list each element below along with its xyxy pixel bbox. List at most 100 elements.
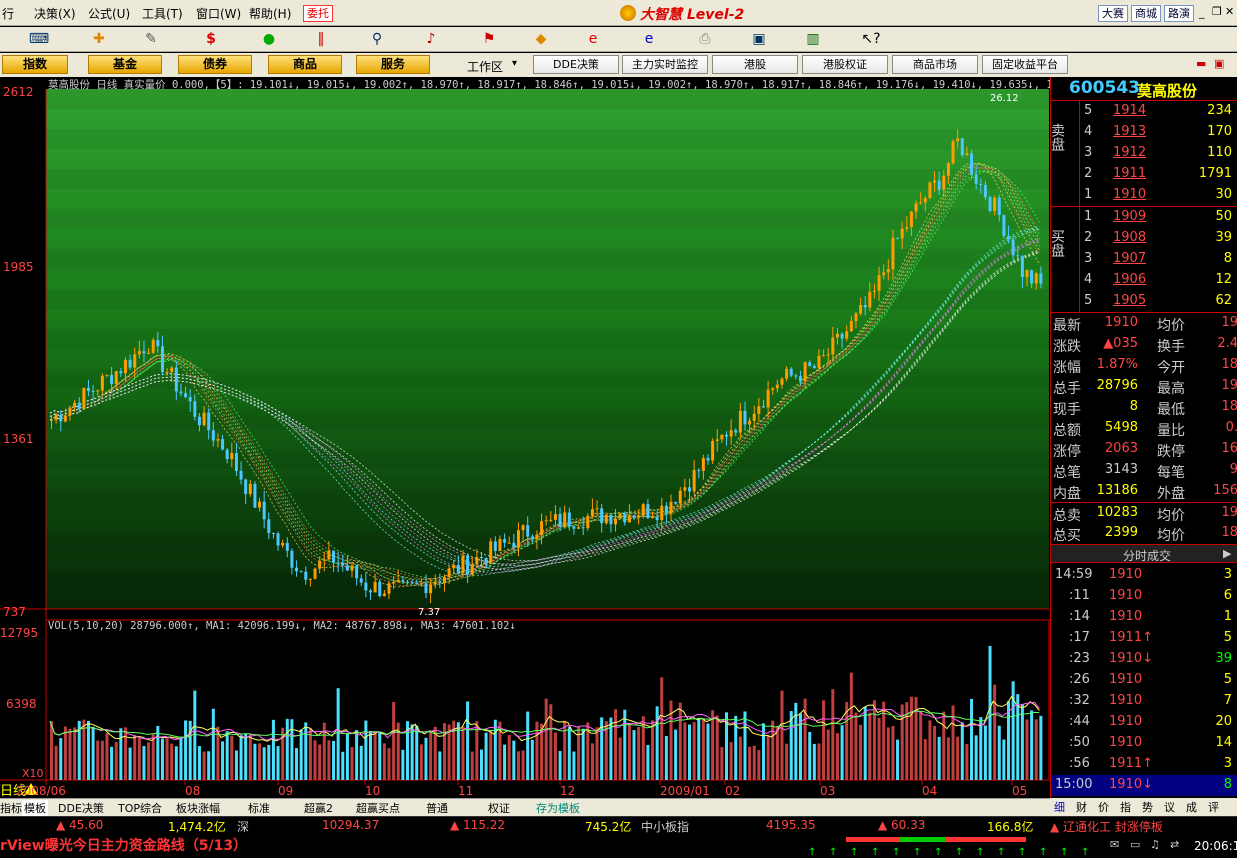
- monitor-icon[interactable]: ▭: [1130, 838, 1140, 851]
- index-button[interactable]: 指数: [2, 55, 68, 74]
- dollar-icon[interactable]: $: [200, 30, 222, 49]
- panel-min-icon[interactable]: ▬: [1196, 57, 1206, 70]
- commodity-button[interactable]: 商品: [268, 55, 342, 74]
- volume-bar: [637, 727, 641, 780]
- fixed-income-button[interactable]: 固定收益平台: [982, 55, 1068, 74]
- sell-row[interactable]: 1 1910 30: [1051, 185, 1237, 206]
- stat-key: 总卖: [1053, 508, 1081, 524]
- menu-help[interactable]: 帮助(H): [249, 5, 291, 22]
- bond-button[interactable]: 债券: [178, 55, 252, 74]
- bottom-tab-3[interactable]: TOP综合: [118, 800, 162, 816]
- candle-body: [993, 197, 997, 212]
- diamond-icon[interactable]: ◆: [530, 30, 552, 49]
- kline-chart-svg[interactable]: 莫高股份 日线 真实量价 0.000,【5】: 19.101↓, 19.015↓…: [0, 77, 1091, 799]
- flag-icon[interactable]: ⚑: [478, 30, 500, 49]
- minimize-icon[interactable]: _: [1199, 6, 1205, 19]
- buy-level: 5: [1084, 293, 1093, 308]
- volume-bar: [521, 750, 525, 780]
- hk-warrant-button[interactable]: 港股权证: [802, 55, 888, 74]
- main-monitor-button[interactable]: 主力实时监控: [622, 55, 708, 74]
- high-label: 26.12: [990, 93, 1019, 104]
- menu-window[interactable]: 窗口(W): [196, 5, 241, 22]
- menu-hang[interactable]: 行: [2, 5, 14, 22]
- blue-e-icon[interactable]: e: [638, 30, 660, 49]
- menu-tools[interactable]: 工具(T): [142, 5, 183, 22]
- bottom-tab-1[interactable]: 模板: [22, 800, 48, 816]
- commodity-market-button[interactable]: 商品市场: [892, 55, 978, 74]
- window-icon[interactable]: ▣: [748, 30, 770, 49]
- books-icon[interactable]: ▥: [802, 30, 824, 49]
- buy-row[interactable]: 3 1907 8: [1051, 249, 1237, 270]
- news-alert[interactable]: ▲ 辽通化工 封涨停板: [1050, 818, 1163, 835]
- bottom-tab-4[interactable]: 板块涨幅: [176, 800, 220, 816]
- volume-bar: [701, 719, 705, 780]
- trade-time: :17: [1069, 630, 1090, 645]
- sell-row[interactable]: 5 1914 234: [1051, 101, 1237, 122]
- quote-tab-7[interactable]: 评: [1208, 799, 1219, 815]
- bottom-tab-2[interactable]: DDE决策: [58, 800, 104, 816]
- mail-icon[interactable]: ✉: [1110, 838, 1119, 851]
- printer-icon[interactable]: ⎙: [694, 30, 716, 49]
- red-e-icon[interactable]: e: [582, 30, 604, 49]
- quote-tab-2[interactable]: 价: [1098, 799, 1109, 815]
- entrust-button[interactable]: 委托: [303, 5, 333, 22]
- mall-button[interactable]: 商城: [1131, 5, 1161, 22]
- bottom-tab-0[interactable]: 指标: [0, 800, 22, 816]
- candle-body: [872, 290, 876, 292]
- fund-button[interactable]: 基金: [88, 55, 162, 74]
- help-pointer-icon[interactable]: ↖?: [860, 30, 882, 49]
- roadshow-button[interactable]: 路演: [1164, 5, 1194, 22]
- quote-tab-3[interactable]: 指: [1120, 799, 1131, 815]
- workspace-dropdown-icon[interactable]: ▾: [512, 58, 517, 69]
- bottom-tab-6[interactable]: 超赢2: [304, 800, 333, 816]
- menu-decision[interactable]: 决策(X): [34, 5, 76, 22]
- buy-row[interactable]: 2 1908 39: [1051, 228, 1237, 249]
- quote-tab-1[interactable]: 财: [1076, 799, 1087, 815]
- candle-body: [193, 401, 197, 417]
- bottom-tab-10[interactable]: 存为模板: [536, 800, 580, 816]
- ticker-bar: rView曝光今日主力资金路线（5/13） ↑ ↑ ↑ ↑ ↑ ↑ ↑ ↑ ↑ ↑ ↑ ↑ ↑ ↑ ✉ ▭…: [0, 834, 1237, 858]
- stat-value: 5498: [1104, 420, 1138, 435]
- candle-body: [493, 541, 497, 551]
- speaker-icon[interactable]: ♫: [1150, 838, 1160, 851]
- sell-level: 4: [1084, 124, 1093, 139]
- network-icon[interactable]: ⇄: [1170, 838, 1179, 851]
- alarm-icon[interactable]: ♪: [420, 30, 442, 49]
- buy-row[interactable]: 4 1906 12: [1051, 270, 1237, 291]
- quote-tab-0[interactable]: 细: [1054, 799, 1065, 815]
- quote-tab-4[interactable]: 势: [1142, 799, 1153, 815]
- sell-row[interactable]: 2 1911 1791: [1051, 164, 1237, 185]
- sell-row[interactable]: 4 1913 170: [1051, 122, 1237, 143]
- binoculars-icon[interactable]: ⚲: [366, 30, 388, 49]
- bottom-tab-8[interactable]: 普通: [426, 800, 448, 816]
- restore-icon[interactable]: ❐: [1212, 5, 1222, 18]
- buy-row[interactable]: 1 1909 50: [1051, 207, 1237, 228]
- trade-title-bar[interactable]: 分时成交 ▶: [1051, 544, 1237, 563]
- trade-expand-icon[interactable]: ▶: [1223, 547, 1231, 560]
- menu-formula[interactable]: 公式(U): [88, 5, 130, 22]
- service-button[interactable]: 服务: [356, 55, 430, 74]
- trade-price: 1910: [1109, 735, 1143, 750]
- quote-tab-5[interactable]: 议: [1164, 799, 1175, 815]
- panel-max-icon[interactable]: ▣: [1214, 57, 1224, 70]
- bars-icon[interactable]: ‖: [310, 30, 332, 49]
- candle-body: [392, 581, 396, 584]
- dde-decision-button[interactable]: DDE决策: [533, 55, 619, 74]
- bottom-tab-9[interactable]: 权证: [488, 800, 510, 816]
- hk-stock-button[interactable]: 港股: [712, 55, 798, 74]
- sell-row[interactable]: 3 1912 110: [1051, 143, 1237, 164]
- candle-body: [752, 413, 756, 421]
- signal-icon[interactable]: ●: [258, 30, 280, 49]
- contest-button[interactable]: 大赛: [1098, 5, 1128, 22]
- stat-row: 涨停 2063 跌停 16: [1051, 439, 1237, 460]
- quote-tab-6[interactable]: 成: [1186, 799, 1197, 815]
- ticker-text[interactable]: rView曝光今日主力资金路线（5/13）: [0, 835, 247, 855]
- bottom-tab-5[interactable]: 标准: [248, 800, 270, 816]
- crosshair-icon[interactable]: ✚: [88, 30, 110, 49]
- buy-row[interactable]: 5 1905 62: [1051, 291, 1237, 312]
- keyboard-icon[interactable]: ⌨: [28, 30, 50, 49]
- bottom-tab-7[interactable]: 超赢买点: [356, 800, 400, 816]
- close-icon[interactable]: ✕: [1225, 5, 1234, 18]
- ruler-icon[interactable]: ✎: [140, 30, 162, 49]
- candle-body: [743, 410, 747, 425]
